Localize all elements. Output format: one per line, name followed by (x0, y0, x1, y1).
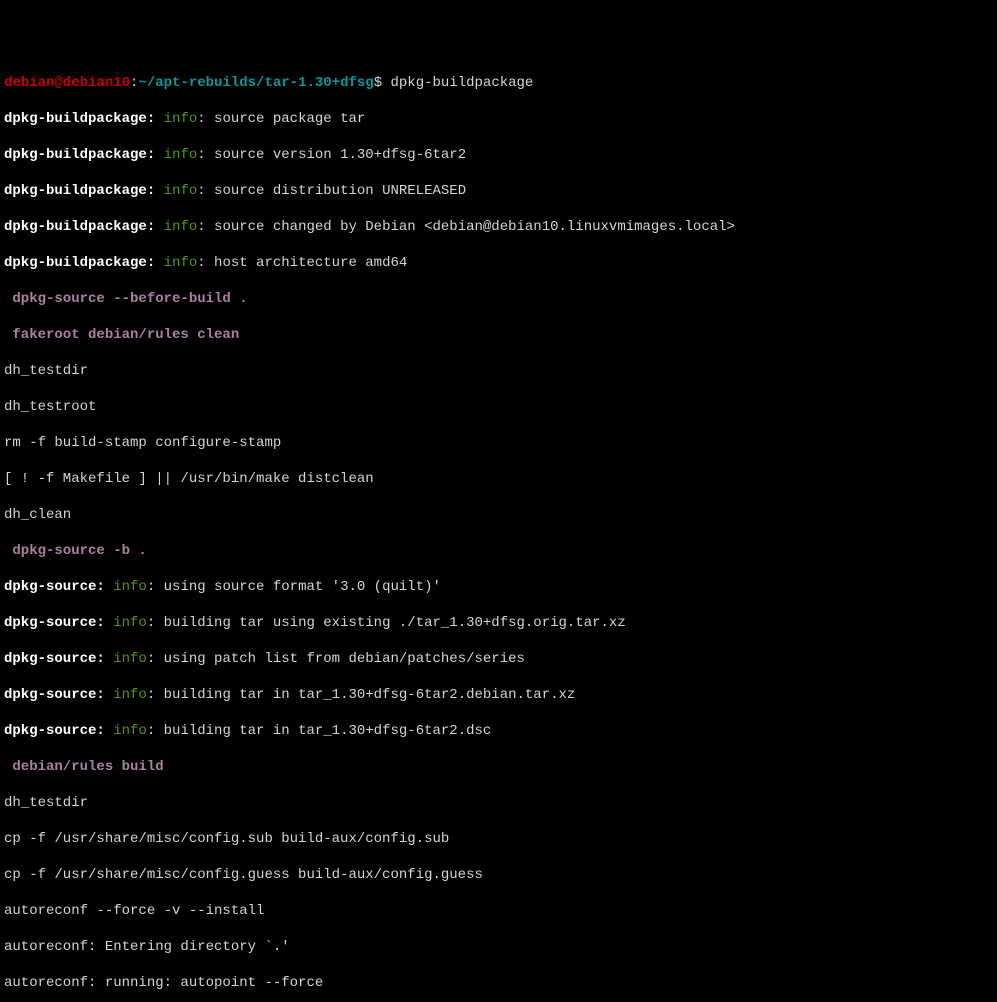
dpkg-src-label: dpkg-source: (4, 651, 105, 667)
step-cmd: dpkg-source -b . (4, 543, 147, 559)
output-line: dh_testroot (4, 398, 993, 416)
output-line: rm -f build-stamp configure-stamp (4, 434, 993, 452)
step-line: dpkg-source -b . (4, 542, 993, 560)
output-line: cp -f /usr/share/misc/config.sub build-a… (4, 830, 993, 848)
info-tag: info (105, 687, 147, 703)
dpkg-src-label: dpkg-source: (4, 615, 105, 631)
prompt-path: ~/apt-rebuilds/tar-1.30+dfsg (138, 75, 373, 91)
info-tag: info (155, 147, 197, 163)
msg: : source changed by Debian <debian@debia… (197, 219, 735, 235)
step-cmd: fakeroot debian/rules clean (4, 327, 239, 343)
msg: : using source format '3.0 (quilt)' (147, 579, 441, 595)
step-line: fakeroot debian/rules clean (4, 326, 993, 344)
output-line: autoreconf: running: autopoint --force (4, 974, 993, 992)
msg: : using patch list from debian/patches/s… (147, 651, 525, 667)
msg: : building tar in tar_1.30+dfsg-6tar2.de… (147, 687, 575, 703)
step-line: dpkg-source --before-build . (4, 290, 993, 308)
output-line: autoreconf --force -v --install (4, 902, 993, 920)
output-line: dpkg-buildpackage: info: source package … (4, 110, 993, 128)
msg: : source package tar (197, 111, 365, 127)
info-tag: info (155, 219, 197, 235)
dpkg-src-label: dpkg-source: (4, 687, 105, 703)
dpkg-bp-label: dpkg-buildpackage: (4, 219, 155, 235)
command-input[interactable]: dpkg-buildpackage (391, 75, 534, 91)
dpkg-bp-label: dpkg-buildpackage: (4, 183, 155, 199)
info-tag: info (155, 111, 197, 127)
msg: : building tar in tar_1.30+dfsg-6tar2.ds… (147, 723, 491, 739)
prompt-user-host: debian@debian10 (4, 75, 130, 91)
prompt-line[interactable]: debian@debian10:~/apt-rebuilds/tar-1.30+… (4, 74, 993, 92)
output-line: dpkg-source: info: building tar in tar_1… (4, 722, 993, 740)
dpkg-bp-label: dpkg-buildpackage: (4, 111, 155, 127)
output-line: dh_clean (4, 506, 993, 524)
info-tag: info (105, 723, 147, 739)
info-tag: info (105, 651, 147, 667)
msg: : source distribution UNRELEASED (197, 183, 466, 199)
output-line: cp -f /usr/share/misc/config.guess build… (4, 866, 993, 884)
msg: : building tar using existing ./tar_1.30… (147, 615, 626, 631)
output-line: dh_testdir (4, 362, 993, 380)
dpkg-bp-label: dpkg-buildpackage: (4, 147, 155, 163)
info-tag: info (155, 183, 197, 199)
output-line: dpkg-source: info: using source format '… (4, 578, 993, 596)
info-tag: info (105, 579, 147, 595)
dpkg-src-label: dpkg-source: (4, 723, 105, 739)
output-line: dpkg-buildpackage: info: source changed … (4, 218, 993, 236)
step-line: debian/rules build (4, 758, 993, 776)
dpkg-src-label: dpkg-source: (4, 579, 105, 595)
output-line: dpkg-source: info: using patch list from… (4, 650, 993, 668)
step-cmd: debian/rules build (4, 759, 164, 775)
output-line: dpkg-source: info: building tar using ex… (4, 614, 993, 632)
dpkg-bp-label: dpkg-buildpackage: (4, 255, 155, 271)
prompt-dollar: $ (374, 75, 391, 91)
output-line: [ ! -f Makefile ] || /usr/bin/make distc… (4, 470, 993, 488)
info-tag: info (105, 615, 147, 631)
output-line: dpkg-buildpackage: info: source version … (4, 146, 993, 164)
msg: : host architecture amd64 (197, 255, 407, 271)
output-line: dpkg-buildpackage: info: source distribu… (4, 182, 993, 200)
info-tag: info (155, 255, 197, 271)
output-line: dh_testdir (4, 794, 993, 812)
msg: : source version 1.30+dfsg-6tar2 (197, 147, 466, 163)
output-line: autoreconf: Entering directory `.' (4, 938, 993, 956)
step-cmd: dpkg-source --before-build . (4, 291, 248, 307)
output-line: dpkg-source: info: building tar in tar_1… (4, 686, 993, 704)
output-line: dpkg-buildpackage: info: host architectu… (4, 254, 993, 272)
